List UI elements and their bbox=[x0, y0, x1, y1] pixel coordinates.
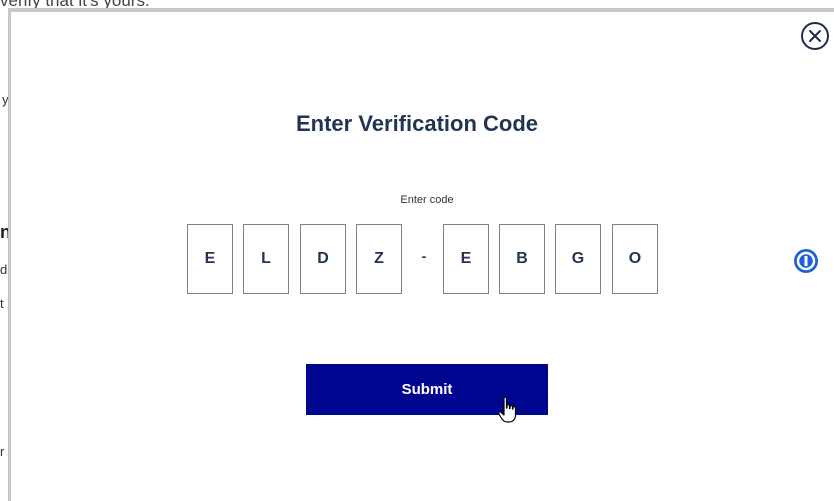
password-manager-glyph bbox=[796, 251, 816, 271]
password-manager-icon[interactable] bbox=[794, 249, 818, 273]
background-text: r bbox=[0, 444, 5, 459]
code-char-input[interactable]: O bbox=[612, 224, 658, 294]
code-char-input[interactable]: D bbox=[300, 224, 346, 294]
code-label: Enter code bbox=[400, 194, 454, 206]
code-char-input[interactable]: L bbox=[243, 224, 289, 294]
close-icon bbox=[809, 30, 821, 42]
modal-title: Enter Verification Code bbox=[295, 111, 539, 136]
close-button[interactable] bbox=[801, 22, 829, 50]
code-separator: - bbox=[421, 248, 427, 264]
code-char-input[interactable]: E bbox=[187, 224, 233, 294]
code-char-input[interactable]: Z bbox=[356, 224, 402, 294]
code-input-row: E L D Z - E B G O bbox=[0, 224, 834, 296]
code-char-input[interactable]: G bbox=[555, 224, 601, 294]
code-char-input[interactable]: E bbox=[443, 224, 489, 294]
background-text: t bbox=[0, 296, 4, 311]
hand-cursor-icon bbox=[498, 396, 517, 423]
code-char-input[interactable]: B bbox=[499, 224, 545, 294]
